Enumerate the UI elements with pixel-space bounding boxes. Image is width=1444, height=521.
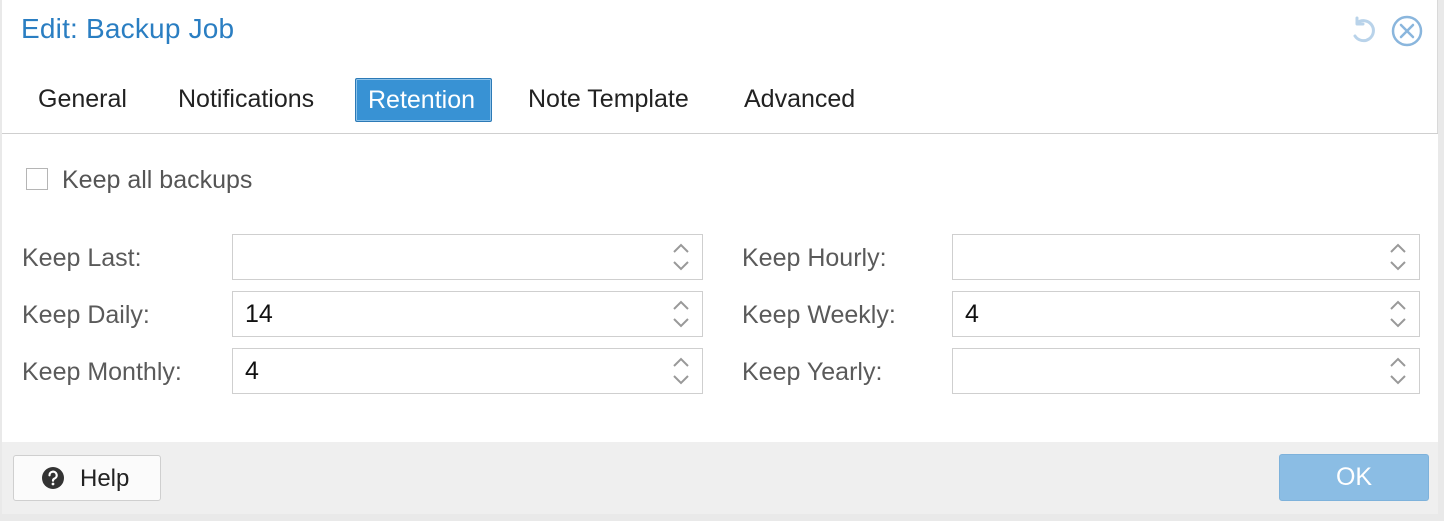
keep-last-field[interactable]: [232, 234, 703, 280]
keep-all-backups-label: Keep all backups: [62, 166, 253, 194]
tab-advanced[interactable]: Advanced: [732, 78, 867, 122]
tab-general[interactable]: General: [26, 78, 139, 122]
close-icon[interactable]: [1390, 14, 1424, 48]
keep-daily-input[interactable]: [233, 292, 653, 336]
keep-monthly-field[interactable]: [232, 348, 703, 394]
keep-hourly-field[interactable]: [952, 234, 1420, 280]
retention-panel: Keep all backups Keep Last: Keep Hourly:…: [2, 134, 1438, 442]
keep-yearly-label: Keep Yearly:: [742, 358, 883, 386]
keep-yearly-input[interactable]: [953, 349, 1373, 393]
keep-all-backups-checkbox[interactable]: [26, 168, 48, 190]
keep-last-label: Keep Last:: [22, 244, 142, 272]
keep-daily-spinner-icon[interactable]: [670, 297, 692, 331]
keep-weekly-field[interactable]: [952, 291, 1420, 337]
keep-weekly-input[interactable]: [953, 292, 1373, 336]
dialog-footer: Help OK: [2, 442, 1438, 514]
keep-hourly-spinner-icon[interactable]: [1387, 240, 1409, 274]
keep-yearly-field[interactable]: [952, 348, 1420, 394]
help-button-label: Help: [80, 465, 130, 492]
ok-button[interactable]: OK: [1279, 454, 1429, 501]
keep-monthly-label: Keep Monthly:: [22, 358, 182, 386]
dialog-titlebar: Edit: Backup Job: [2, 0, 1438, 62]
help-button[interactable]: Help: [13, 455, 161, 501]
keep-hourly-label: Keep Hourly:: [742, 244, 887, 272]
tab-note-template[interactable]: Note Template: [516, 78, 701, 122]
reset-icon[interactable]: [1347, 14, 1381, 48]
keep-yearly-spinner-icon[interactable]: [1387, 354, 1409, 388]
keep-hourly-input[interactable]: [953, 235, 1373, 279]
tab-notifications[interactable]: Notifications: [166, 78, 326, 122]
keep-monthly-spinner-icon[interactable]: [670, 354, 692, 388]
keep-weekly-label: Keep Weekly:: [742, 301, 896, 329]
dialog-title: Edit: Backup Job: [21, 13, 235, 44]
keep-last-spinner-icon[interactable]: [670, 240, 692, 274]
keep-monthly-input[interactable]: [233, 349, 653, 393]
question-circle-icon: [42, 467, 64, 489]
tab-retention[interactable]: Retention: [355, 78, 492, 122]
backup-job-dialog: Edit: Backup Job General Notifications R…: [2, 0, 1438, 514]
tab-bar: General Notifications Retention Note Tem…: [2, 70, 1438, 134]
keep-daily-label: Keep Daily:: [22, 301, 150, 329]
keep-last-input[interactable]: [233, 235, 653, 279]
keep-daily-field[interactable]: [232, 291, 703, 337]
keep-weekly-spinner-icon[interactable]: [1387, 297, 1409, 331]
